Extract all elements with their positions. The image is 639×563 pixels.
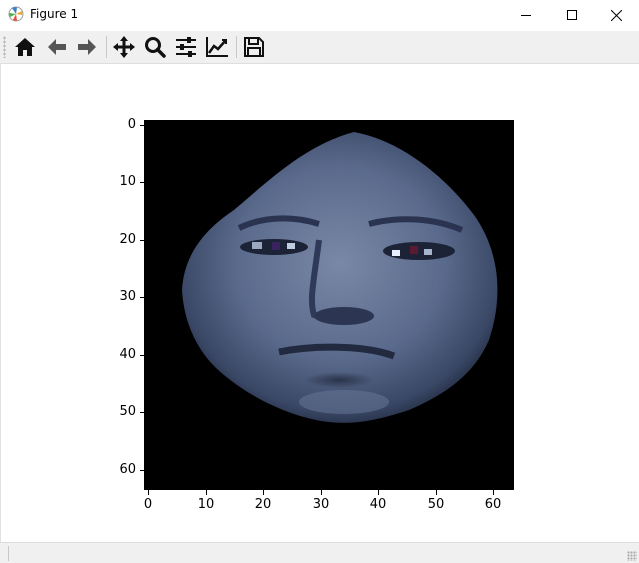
navigation-toolbar xyxy=(0,31,639,64)
magnifier-icon xyxy=(145,37,166,58)
window-title-bar: Figure 1 xyxy=(0,0,639,30)
home-button[interactable] xyxy=(12,34,38,60)
x-tick-mark xyxy=(263,490,264,495)
x-tick-mark xyxy=(206,490,207,495)
arrow-right-icon xyxy=(78,39,96,55)
close-icon xyxy=(610,9,622,21)
pan-button[interactable] xyxy=(111,34,137,60)
x-tick-label: 0 xyxy=(143,497,153,512)
x-tick-label: 50 xyxy=(427,497,445,512)
configure-subplots-button[interactable] xyxy=(173,34,199,60)
close-button[interactable] xyxy=(593,0,639,30)
toolbar-grip[interactable] xyxy=(3,36,6,58)
sliders-icon xyxy=(176,37,196,57)
window-title: Figure 1 xyxy=(30,7,79,21)
minimize-button[interactable] xyxy=(503,0,549,30)
edit-axes-button[interactable] xyxy=(204,34,230,60)
face-image xyxy=(144,120,514,490)
move-arrows-icon xyxy=(113,36,135,58)
resize-grip-icon[interactable] xyxy=(627,551,637,561)
y-tick-label: 60 xyxy=(119,462,136,477)
y-tick-label: 20 xyxy=(119,232,136,247)
zoom-button[interactable] xyxy=(142,34,168,60)
x-tick-label: 60 xyxy=(484,497,502,512)
maximize-button[interactable] xyxy=(549,0,595,30)
toolbar-separator xyxy=(236,36,237,58)
y-tick-label: 30 xyxy=(119,289,136,304)
home-icon xyxy=(15,38,35,56)
status-separator xyxy=(8,546,9,561)
x-tick-mark xyxy=(378,490,379,495)
image-axes[interactable] xyxy=(144,120,514,490)
arrow-left-icon xyxy=(48,39,66,55)
status-bar xyxy=(0,542,639,563)
x-tick-label: 30 xyxy=(312,497,330,512)
matplotlib-logo-icon xyxy=(8,6,24,22)
x-tick-mark xyxy=(148,490,149,495)
x-tick-label: 20 xyxy=(254,497,272,512)
line-chart-icon xyxy=(206,37,228,57)
y-tick-label: 50 xyxy=(119,404,136,419)
x-tick-mark xyxy=(321,490,322,495)
toolbar-separator xyxy=(106,36,107,58)
y-tick-label: 10 xyxy=(119,174,136,189)
y-tick-label: 40 xyxy=(119,347,136,362)
y-tick-label: 0 xyxy=(127,117,136,132)
floppy-disk-icon xyxy=(244,37,264,57)
back-button[interactable] xyxy=(44,34,70,60)
save-button[interactable] xyxy=(241,34,267,60)
maximize-icon xyxy=(567,10,577,20)
window-left-edge xyxy=(0,64,1,542)
minimize-icon xyxy=(521,15,531,16)
x-tick-label: 10 xyxy=(197,497,215,512)
x-tick-label: 40 xyxy=(369,497,387,512)
x-tick-mark xyxy=(493,490,494,495)
x-tick-mark xyxy=(436,490,437,495)
forward-button[interactable] xyxy=(74,34,100,60)
